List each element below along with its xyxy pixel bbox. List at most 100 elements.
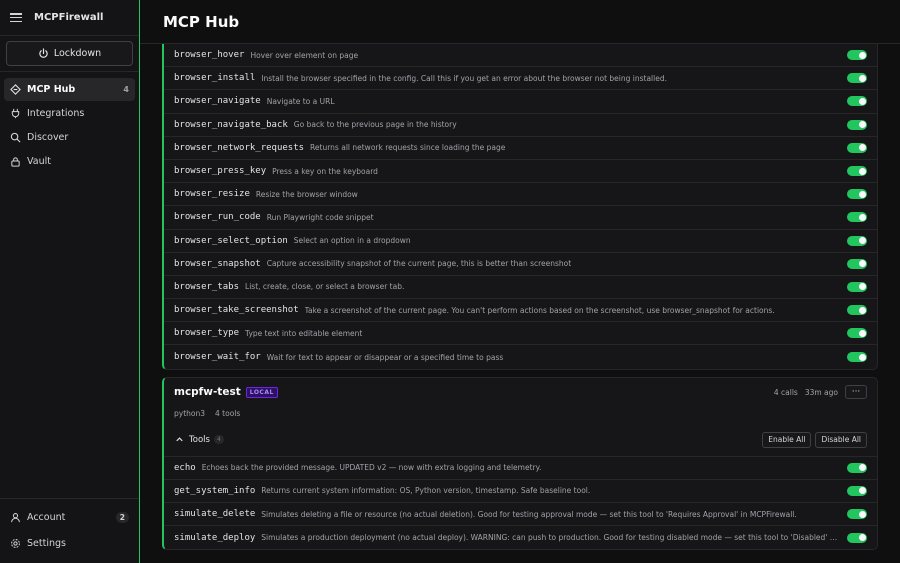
tool-name: browser_resize [174, 189, 250, 200]
server-tools-count: 4 tools [215, 408, 241, 418]
tools-bar: Tools 4 Enable All Disable All [164, 424, 877, 457]
tool-enable-toggle[interactable] [847, 73, 867, 84]
tool-name: browser_snapshot [174, 258, 261, 269]
sidebar-item-label: Account [27, 512, 66, 523]
enable-all-button[interactable]: Enable All [762, 431, 812, 448]
server-card-playwright: browser_hover Hover over element on page b… [162, 44, 878, 370]
ellipsis-icon: ··· [851, 387, 861, 398]
tool-enable-toggle[interactable] [847, 485, 867, 496]
tool-row: browser_run_code Run Playwright code snip… [164, 206, 877, 230]
tool-enable-toggle[interactable] [847, 532, 867, 543]
tool-name: browser_install [174, 73, 256, 84]
sidebar-item-settings[interactable]: Settings [4, 531, 135, 556]
tool-enable-toggle[interactable] [847, 189, 867, 200]
server-name: mcpfw-test [174, 386, 241, 399]
tool-name: browser_take_screenshot [174, 305, 299, 316]
tool-enable-toggle[interactable] [847, 142, 867, 153]
tools-collapse-toggle[interactable]: Tools 4 [174, 434, 224, 445]
tool-row: browser_snapshot Capture accessibility sn… [164, 253, 877, 276]
app-title: MCPFirewall [34, 12, 104, 23]
sidebar-item-discover[interactable]: Discover [4, 126, 135, 149]
tool-name: browser_press_key [174, 166, 267, 177]
tool-enable-toggle[interactable] [847, 212, 867, 223]
tool-row: browser_install Install the browser speci… [164, 67, 877, 91]
tool-row: echo Echoes back the provided message. UP… [164, 457, 877, 480]
tool-name: browser_network_requests [174, 142, 305, 153]
tool-name: get_system_info [174, 485, 256, 496]
call-count: 4 calls [773, 387, 798, 397]
tool-row: simulate_delete Simulates deleting a file… [164, 503, 877, 527]
sidebar-item-label: Vault [27, 156, 51, 167]
gear-icon [10, 538, 21, 549]
tool-enable-toggle[interactable] [847, 328, 867, 339]
tool-description: Install the browser specified in the con… [261, 73, 667, 83]
tools-label: Tools [189, 434, 210, 445]
sidebar-item-label: MCP Hub [27, 84, 76, 95]
sidebar-footer: Account 2 Settings [0, 498, 139, 563]
search-icon [10, 132, 21, 143]
tool-description: Simulates a production deployment (no ac… [261, 533, 839, 543]
tool-enable-toggle[interactable] [847, 50, 867, 61]
tool-enable-toggle[interactable] [847, 462, 867, 473]
tool-description: Capture accessibility snapshot of the cu… [266, 259, 572, 269]
tool-enable-toggle[interactable] [847, 352, 867, 363]
tool-description: Returns current system information: OS, … [261, 486, 591, 496]
tool-enable-toggle[interactable] [847, 235, 867, 246]
server-runtime: python3 [174, 408, 206, 418]
tool-name: simulate_delete [174, 509, 256, 520]
tool-name: browser_type [174, 328, 240, 339]
tool-enable-toggle[interactable] [847, 281, 867, 292]
tool-description: Wait for text to appear or disappear or … [266, 352, 504, 362]
menu-icon[interactable] [10, 13, 22, 22]
sidebar-nav: MCP Hub 4 Integrations Discover Vault [0, 72, 139, 174]
tool-description: Simulates deleting a file or resource (n… [261, 509, 797, 519]
sidebar-item-label: Integrations [27, 108, 85, 119]
lockdown-button[interactable]: Lockdown [6, 41, 133, 66]
tools-count-badge: 4 [213, 435, 224, 445]
page-header: MCP Hub [140, 0, 900, 44]
lock-icon [10, 156, 21, 167]
sidebar: MCPFirewall Lockdown MCP Hub 4 Integrati… [0, 0, 140, 563]
tool-enable-toggle[interactable] [847, 119, 867, 130]
sidebar-item-label: Discover [27, 132, 69, 143]
server-list[interactable]: browser_hover Hover over element on page b… [162, 44, 878, 551]
sidebar-header: MCPFirewall [0, 0, 139, 36]
tool-name: echo [174, 462, 196, 473]
server-header: mcpfw-test LOCAL 4 calls 33m ago ··· [164, 378, 877, 407]
tool-enable-toggle[interactable] [847, 305, 867, 316]
tool-row: browser_resize Resize the browser window [164, 183, 877, 207]
disable-all-button[interactable]: Disable All [815, 431, 867, 448]
tool-enable-toggle[interactable] [847, 509, 867, 520]
tool-description: Navigate to a URL [266, 96, 335, 106]
tool-description: Hover over element on page [250, 50, 359, 60]
server-tool-list: echo Echoes back the provided message. UP… [164, 457, 877, 550]
server-card-mcpfw-test: mcpfw-test LOCAL 4 calls 33m ago ··· pyt… [162, 376, 878, 551]
tool-name: browser_select_option [174, 235, 288, 246]
tool-enable-toggle[interactable] [847, 166, 867, 177]
tool-description: Select an option in a dropdown [293, 236, 411, 246]
tool-row: browser_tabs List, create, close, or sele… [164, 276, 877, 300]
more-options-button[interactable]: ··· [845, 385, 867, 400]
tool-description: Take a screenshot of the current page. Y… [304, 305, 775, 315]
sidebar-item-label: Settings [27, 538, 66, 549]
tool-enable-toggle[interactable] [847, 258, 867, 269]
tool-row: browser_press_key Press a key on the keyb… [164, 160, 877, 184]
lockdown-label: Lockdown [53, 48, 102, 59]
tool-description: Echoes back the provided message. UPDATE… [201, 463, 542, 473]
hub-icon [10, 84, 21, 95]
tool-description: Returns all network requests since loadi… [310, 143, 506, 153]
account-badge: 2 [115, 512, 129, 523]
sidebar-item-integrations[interactable]: Integrations [4, 102, 135, 125]
sidebar-item-account[interactable]: Account 2 [4, 505, 135, 530]
tool-row: browser_navigate_back Go back to the prev… [164, 114, 877, 137]
sidebar-item-mcp-hub[interactable]: MCP Hub 4 [4, 78, 135, 101]
tool-row: browser_take_screenshot Take a screenshot… [164, 299, 877, 323]
page-title: MCP Hub [163, 12, 240, 31]
tool-name: browser_navigate [174, 96, 261, 107]
sidebar-item-vault[interactable]: Vault [4, 150, 135, 173]
last-used: 33m ago [804, 387, 838, 397]
tool-row: get_system_info Returns current system in… [164, 480, 877, 503]
chevron-up-icon [174, 434, 185, 445]
tool-enable-toggle[interactable] [847, 96, 867, 107]
tool-name: browser_run_code [174, 212, 261, 223]
